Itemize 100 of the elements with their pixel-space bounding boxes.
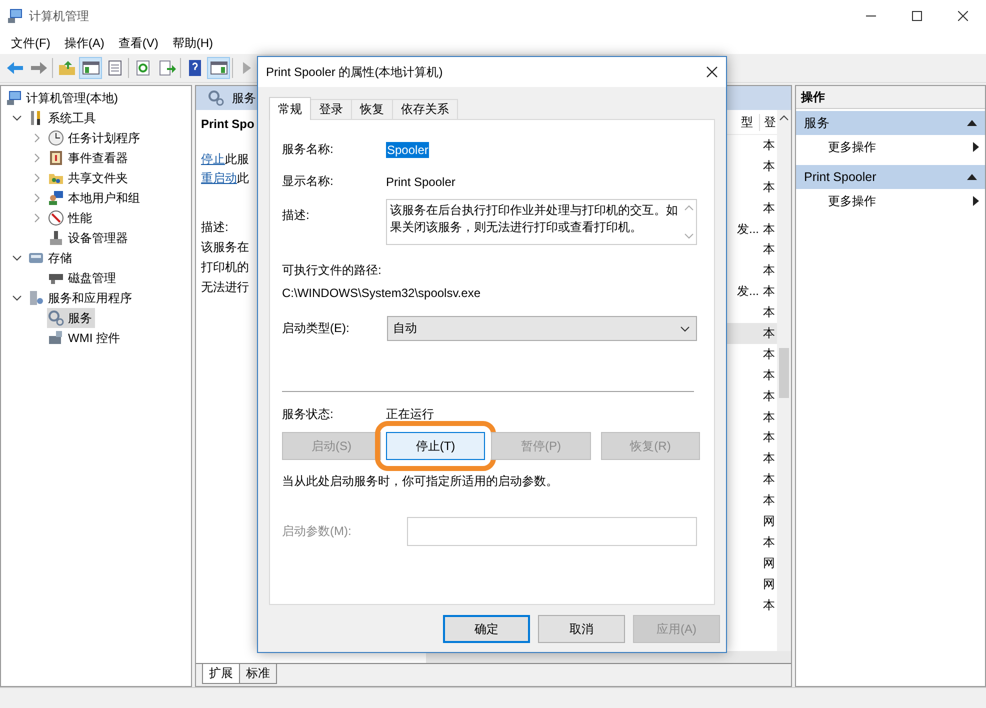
chevron-right-icon[interactable] bbox=[32, 133, 42, 143]
action-link[interactable]: 重启动 bbox=[201, 171, 237, 185]
table-cell-text: 本 bbox=[762, 262, 775, 280]
table-cell-text: 本 bbox=[762, 220, 775, 238]
menu-item[interactable]: 操作(A) bbox=[57, 34, 112, 52]
table-cell-text: 本 bbox=[762, 346, 775, 363]
dialog-title: Print Spooler 的属性(本地计算机) bbox=[266, 64, 443, 80]
submenu-arrow-icon bbox=[973, 142, 979, 152]
status-value: 正在运行 bbox=[386, 406, 434, 423]
scroll-up-icon[interactable] bbox=[779, 114, 789, 122]
toolbar-button[interactable] bbox=[79, 57, 102, 79]
description-box[interactable]: 该服务在后台执行打印作业并处理与打印机的交互。如果关闭该服务，则无法进行打印或查看打印机。 bbox=[386, 199, 697, 245]
event-log-icon bbox=[48, 150, 64, 166]
field-label: 描述: bbox=[282, 207, 310, 224]
table-cell-text: 网 bbox=[762, 576, 775, 593]
tree-item[interactable]: 任务计划程序 bbox=[47, 128, 143, 148]
field-label: 服务状态: bbox=[282, 406, 334, 423]
description-label: 描述: bbox=[201, 219, 230, 236]
maximize-icon bbox=[912, 11, 922, 21]
field-label: 服务名称: bbox=[282, 141, 334, 158]
table-cell-text: 本 bbox=[762, 596, 775, 614]
menu-item[interactable]: 查看(V) bbox=[111, 34, 166, 52]
chevron-right-icon[interactable] bbox=[32, 153, 42, 163]
export-icon bbox=[158, 60, 176, 76]
toolbar-button[interactable] bbox=[207, 57, 230, 79]
table-cell-text: 本 bbox=[762, 534, 775, 551]
tab[interactable]: 标准 bbox=[239, 664, 277, 684]
tree-item[interactable]: 计算机管理(本地) bbox=[5, 88, 121, 108]
tree-item[interactable]: 事件查看器 bbox=[47, 148, 131, 168]
tab[interactable]: 依存关系 bbox=[392, 99, 458, 119]
table-cell-text: 本 bbox=[762, 492, 775, 510]
table-cell: 发... bbox=[736, 284, 759, 298]
tree-item[interactable]: 本地用户和组 bbox=[47, 188, 143, 208]
menu-item[interactable]: 文件(F) bbox=[4, 34, 58, 52]
table-cell-text: 本 bbox=[762, 158, 775, 175]
scrollbar[interactable] bbox=[777, 110, 791, 651]
chevron-right-icon[interactable] bbox=[32, 193, 42, 203]
gear-icon bbox=[48, 310, 64, 326]
table-cell-text: 本 bbox=[762, 408, 775, 426]
service-button[interactable]: 停止(T) bbox=[386, 432, 485, 460]
column-header[interactable]: 登 bbox=[760, 114, 776, 130]
tree-item[interactable]: 存储 bbox=[27, 248, 75, 268]
table-cell: 发... bbox=[736, 222, 759, 236]
table-cell-text: 本 bbox=[762, 471, 775, 488]
forward-arrow-icon bbox=[30, 60, 48, 76]
table-cell-text: 本 bbox=[762, 429, 775, 446]
group-header[interactable]: Print Spooler bbox=[796, 165, 985, 189]
chevron-down-icon[interactable] bbox=[12, 113, 22, 123]
submenu-arrow-icon bbox=[973, 196, 979, 206]
menu-item[interactable]: 帮助(H) bbox=[165, 34, 220, 52]
action-link[interactable]: 停止 bbox=[201, 152, 225, 166]
tree-item[interactable]: 服务 bbox=[47, 308, 95, 328]
table-cell-text: 本 bbox=[762, 241, 775, 258]
tree-item[interactable]: 共享文件夹 bbox=[47, 168, 131, 188]
scroll-thumb[interactable] bbox=[779, 348, 789, 398]
chevron-right-icon[interactable] bbox=[32, 213, 42, 223]
startup-type-dropdown[interactable]: 自动 bbox=[387, 316, 697, 341]
panel-icon bbox=[82, 60, 100, 76]
field-label: 可执行文件的路径: bbox=[282, 262, 382, 279]
gauge-icon bbox=[48, 210, 64, 226]
chevron-down-icon[interactable] bbox=[12, 293, 22, 303]
table-cell-text: 本 bbox=[762, 178, 775, 196]
collapse-icon[interactable] bbox=[967, 120, 977, 126]
dialog-button[interactable]: 确定 bbox=[443, 615, 530, 643]
hint-text: 当从此处启动服务时，你可指定所适用的启动参数。 bbox=[282, 473, 559, 490]
tree-item[interactable]: 设备管理器 bbox=[47, 228, 131, 248]
action-item[interactable]: 更多操作 bbox=[796, 135, 985, 159]
tab[interactable]: 扩展 bbox=[202, 664, 240, 684]
service-name: Print Spo bbox=[201, 117, 256, 131]
table-cell-text: 本 bbox=[762, 136, 775, 154]
close-icon[interactable] bbox=[706, 66, 718, 78]
table-cell-text: 本 bbox=[762, 304, 775, 322]
table-cell-text: 本 bbox=[762, 200, 775, 217]
collapse-icon[interactable] bbox=[967, 174, 977, 180]
action-item[interactable]: 更多操作 bbox=[796, 189, 985, 213]
field-label: 启动类型(E): bbox=[282, 320, 350, 337]
action-text: 停止此服 bbox=[201, 151, 250, 168]
server-icon bbox=[28, 290, 44, 306]
storage-icon bbox=[28, 250, 44, 266]
chevron-down-icon[interactable] bbox=[12, 253, 22, 263]
table-cell-text: 本 bbox=[762, 324, 775, 342]
dialog-button[interactable]: 取消 bbox=[538, 615, 625, 643]
panel-icon bbox=[210, 60, 228, 76]
tab[interactable]: 常规 bbox=[269, 97, 311, 120]
group-header[interactable]: 服务 bbox=[796, 111, 985, 135]
tree-item[interactable]: 磁盘管理 bbox=[47, 268, 119, 288]
scroll-down-icon[interactable] bbox=[684, 232, 694, 240]
tree-item[interactable]: 系统工具 bbox=[27, 108, 99, 128]
table-cell-text: 本 bbox=[762, 388, 775, 405]
chevron-right-icon[interactable] bbox=[32, 173, 42, 183]
close-icon bbox=[958, 11, 968, 21]
tree-item[interactable]: 服务和应用程序 bbox=[27, 288, 135, 308]
table-cell-text: 本 bbox=[762, 283, 775, 300]
tree-item[interactable]: 性能 bbox=[47, 208, 95, 228]
table-cell-text: 网 bbox=[762, 512, 775, 530]
field-label: 启动参数(M): bbox=[282, 523, 352, 540]
document-icon bbox=[106, 60, 124, 76]
panel-title: 服务 bbox=[232, 90, 256, 106]
table-cell-text: 本 bbox=[762, 450, 775, 468]
tree-item[interactable]: WMI 控件 bbox=[47, 328, 123, 348]
